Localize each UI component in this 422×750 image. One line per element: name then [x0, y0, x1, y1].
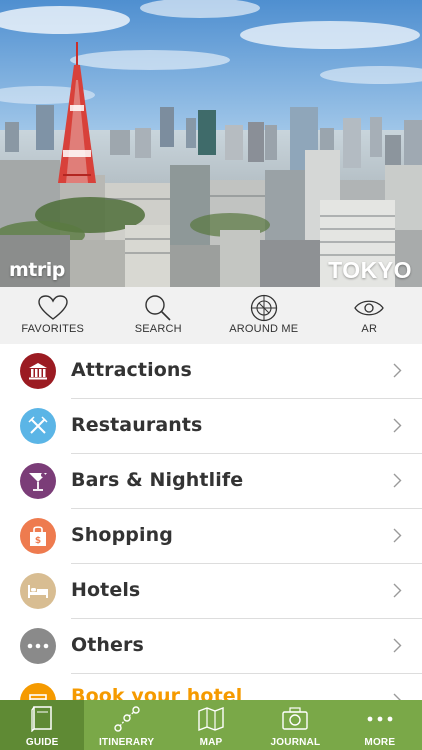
more-icon: [20, 628, 56, 664]
tab-journal[interactable]: JOURNAL: [253, 700, 337, 750]
chevron-right-icon: [393, 528, 402, 547]
heart-icon: [38, 294, 68, 322]
list-item-attractions[interactable]: Attractions: [0, 344, 422, 399]
chevron-right-icon: [393, 363, 402, 382]
crosshair-icon: [250, 294, 278, 322]
list-item-label: Hotels: [71, 579, 141, 601]
tab-map[interactable]: MAP: [169, 700, 253, 750]
search-icon: [144, 294, 172, 322]
bed-icon: [20, 573, 56, 609]
svg-text:$: $: [35, 536, 41, 546]
map-icon: [198, 705, 224, 733]
list-item-label: Others: [71, 634, 144, 656]
tab-itinerary[interactable]: ITINERARY: [84, 700, 168, 750]
category-list: Attractions Restaurants Bars & Nightlife…: [0, 344, 422, 729]
museum-icon: [20, 353, 56, 389]
chevron-right-icon: [393, 638, 402, 657]
tab-guide[interactable]: GUIDE: [0, 700, 85, 750]
shopping-bag-icon: $: [20, 518, 56, 554]
book-icon: [31, 705, 53, 733]
list-item-hotels[interactable]: Hotels: [0, 564, 422, 619]
around-me-button[interactable]: AROUND ME: [211, 287, 317, 344]
list-item-bars-nightlife[interactable]: Bars & Nightlife: [0, 454, 422, 509]
list-item-others[interactable]: Others: [0, 619, 422, 674]
chevron-right-icon: [393, 583, 402, 602]
brand-logo: mtrip: [9, 259, 65, 281]
camera-icon: [282, 705, 309, 733]
search-label: SEARCH: [134, 323, 182, 335]
tokyo-skyline-photo: [0, 0, 422, 287]
fork-knife-icon: [20, 408, 56, 444]
eye-icon: [354, 294, 385, 322]
hero-image: mtrip TOKYO: [0, 0, 422, 287]
chevron-right-icon: [393, 418, 402, 437]
tab-journal-label: JOURNAL: [270, 737, 321, 748]
list-item-label: Shopping: [71, 524, 173, 546]
quick-actions-toolbar: FAVORITES SEARCH AROUND ME AR: [0, 287, 422, 344]
tab-itinerary-label: ITINERARY: [98, 737, 155, 748]
cocktail-icon: [20, 463, 56, 499]
tab-guide-label: GUIDE: [25, 737, 59, 748]
list-item-label: Bars & Nightlife: [71, 469, 244, 491]
around-me-label: AROUND ME: [229, 323, 299, 335]
tab-more-label: MORE: [364, 737, 396, 748]
tab-more[interactable]: MORE: [338, 700, 422, 750]
tab-map-label: MAP: [199, 737, 223, 748]
city-name: TOKYO: [328, 257, 412, 283]
ar-button[interactable]: AR: [317, 287, 422, 344]
search-button[interactable]: SEARCH: [106, 287, 212, 344]
list-item-restaurants[interactable]: Restaurants: [0, 399, 422, 454]
bottom-tab-bar: GUIDE ITINERARY MAP JOURNAL MORE: [0, 700, 422, 750]
more-dots-icon: [367, 705, 393, 733]
chevron-right-icon: [393, 473, 402, 492]
ar-label: AR: [361, 323, 378, 335]
favorites-button[interactable]: FAVORITES: [0, 287, 106, 344]
list-item-shopping[interactable]: $ Shopping: [0, 509, 422, 564]
favorites-label: FAVORITES: [21, 323, 85, 335]
list-item-label: Restaurants: [71, 414, 203, 436]
route-icon: [113, 705, 140, 733]
list-item-label: Attractions: [71, 359, 192, 381]
